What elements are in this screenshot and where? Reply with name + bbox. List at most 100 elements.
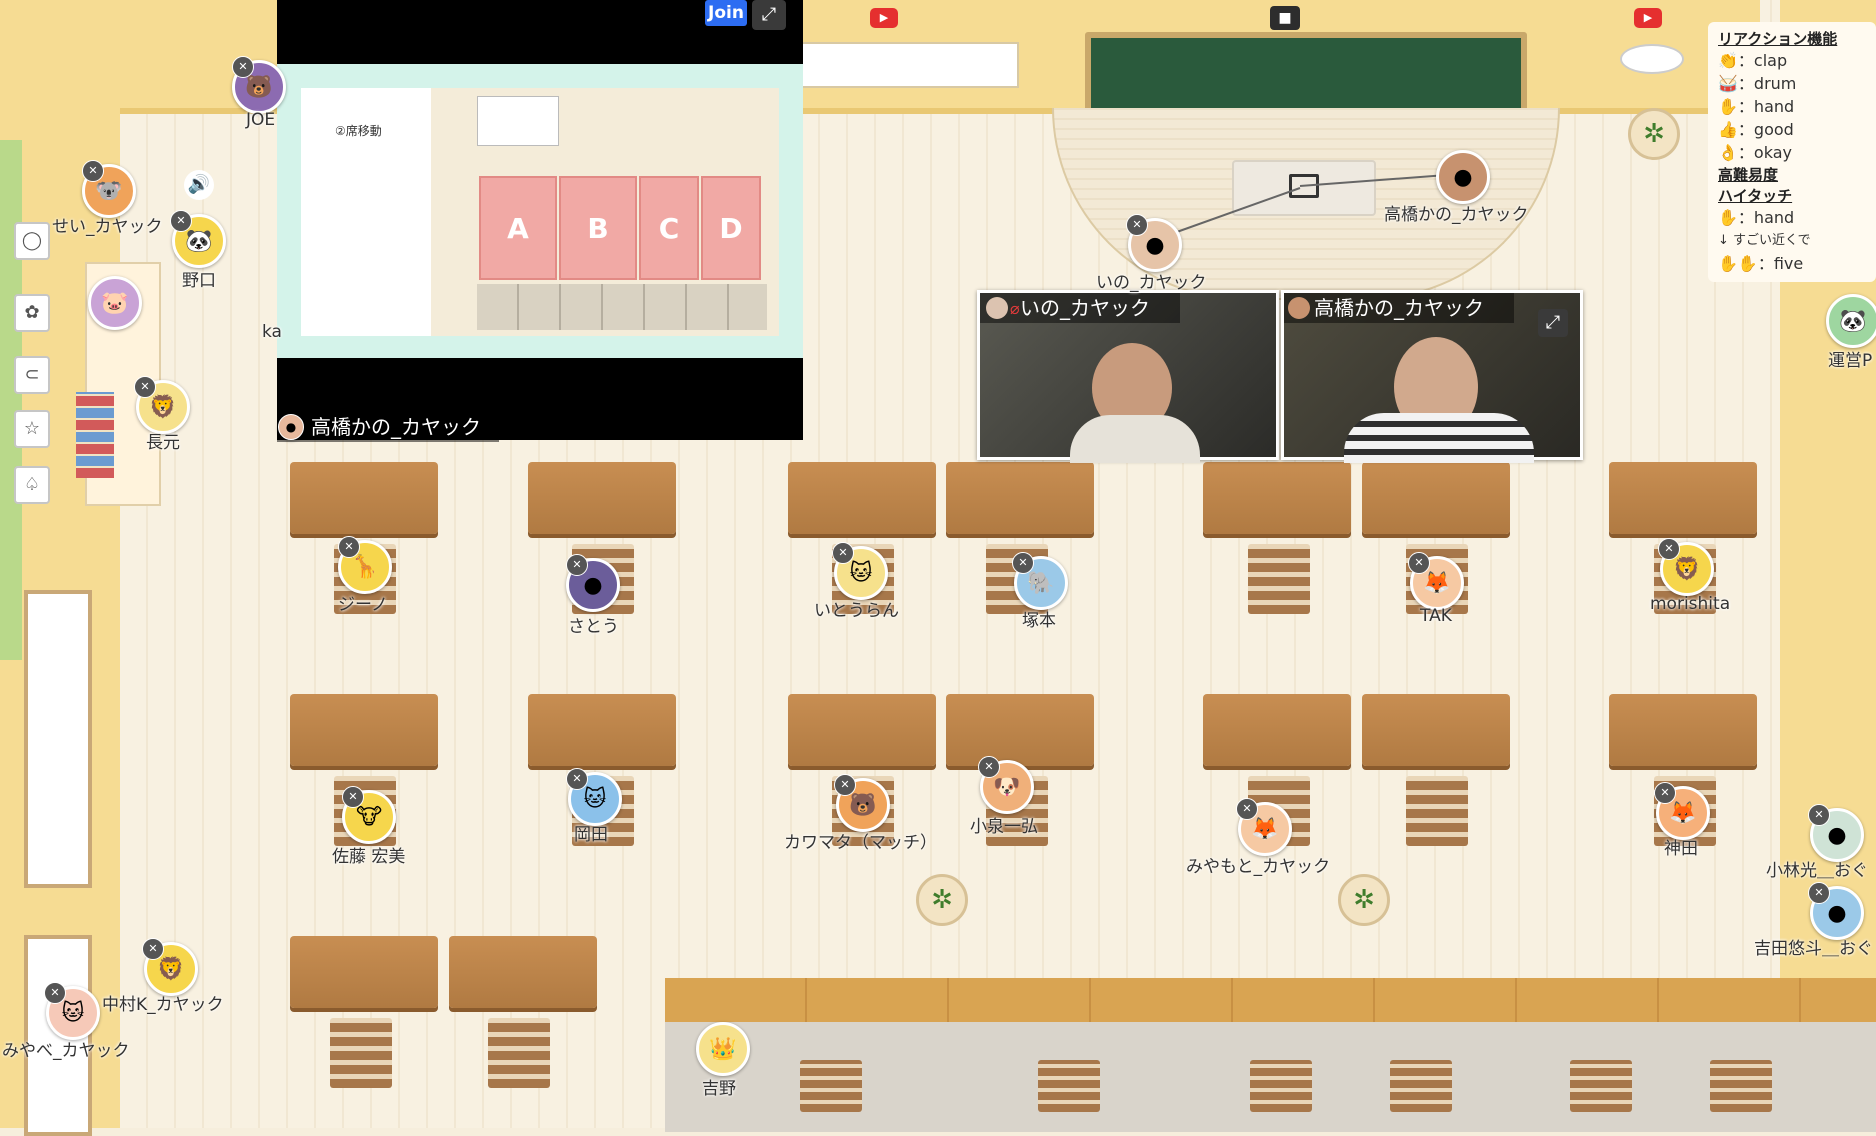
mic-muted-icon: ✕ <box>1808 882 1830 904</box>
avatar-name: 吉田悠斗＿おぐ <box>1754 939 1873 959</box>
desk <box>1609 462 1757 534</box>
chair[interactable] <box>1406 776 1468 846</box>
mic-muted-icon: ✕ <box>232 56 254 78</box>
reaction-label: ：good <box>1737 120 1794 139</box>
plant-icon: ✲ <box>1628 108 1680 160</box>
desk <box>788 462 936 534</box>
video-tile-takahashi[interactable]: 高橋かの_カヤック ⤢ <box>1281 290 1583 463</box>
avatar[interactable]: 🐼 <box>1826 294 1876 348</box>
avatar-name: いの_カヤック <box>1096 273 1207 293</box>
desk <box>1203 694 1351 766</box>
reaction-okay: 👌：okay <box>1718 141 1866 164</box>
presenter-avatar: ● <box>278 414 304 440</box>
avatar-name: 佐藤 宏美 <box>332 847 406 867</box>
blackboard <box>1085 32 1527 114</box>
side-whiteboard <box>24 590 92 888</box>
reaction-hand: ✋：hand <box>1718 95 1866 118</box>
join-button[interactable]: Join <box>705 0 747 26</box>
chair[interactable] <box>488 1018 550 1088</box>
chair[interactable] <box>330 1018 392 1088</box>
left-wall-stripe <box>0 140 22 660</box>
reaction-label: ：hand <box>1737 97 1795 116</box>
avatar <box>1288 297 1310 319</box>
slide-heading: ②席移動 <box>335 124 382 138</box>
avatar-name: 塚本 <box>1022 611 1056 631</box>
bench[interactable] <box>800 1060 862 1112</box>
video-name-label: 高橋かの_カヤック <box>1284 293 1514 323</box>
avatar-name: 中村K_カヤック <box>102 995 224 1015</box>
avatar-name: せい_カヤック <box>52 217 163 237</box>
mic-muted-icon: ✕ <box>342 786 364 808</box>
expand-icon[interactable]: ⤢ <box>1538 309 1568 337</box>
room-area-d: D <box>701 176 761 280</box>
room-area-a: A <box>479 176 557 280</box>
avatar-name: ka <box>262 322 282 342</box>
bench[interactable] <box>1038 1060 1100 1112</box>
thumbs-up-icon: 👍 <box>1718 120 1738 139</box>
avatar-name: みやべ_カヤック <box>2 1041 130 1061</box>
presenter-label: 高橋かの_カヤック <box>277 412 499 442</box>
avatar-name: みやもと_カヤック <box>1186 857 1331 877</box>
shared-slide: ②席移動 A B C D <box>301 88 779 336</box>
high-five-icon: ✋✋ <box>1718 254 1758 273</box>
plant-icon: ✲ <box>916 874 968 926</box>
video-tile-ino[interactable]: いの_カヤック ⌀ <box>977 290 1279 463</box>
mic-muted-icon: ✕ <box>834 774 856 796</box>
avatar-name: 運営P <box>1828 351 1873 371</box>
avatar-name: 小泉一弘 <box>970 817 1038 837</box>
avatar[interactable]: 🐷 <box>88 276 142 330</box>
avatar[interactable]: ● <box>1436 150 1490 204</box>
mic-muted-icon: ✕ <box>566 554 588 576</box>
desk <box>1362 462 1510 534</box>
okay-hand-icon: 👌 <box>1718 143 1738 162</box>
hightouch-five: ✋✋：five <box>1718 252 1866 275</box>
video-camera-icon[interactable]: ■ <box>1270 6 1300 30</box>
wall-poster-icon-5: ♤ <box>14 466 50 504</box>
bench[interactable] <box>1710 1060 1772 1112</box>
participant-shirt <box>1344 413 1534 463</box>
reaction-label: ：okay <box>1737 143 1792 162</box>
mic-muted-icon: ✕ <box>142 938 164 960</box>
desk <box>528 694 676 766</box>
avatar-name: 岡田 <box>574 825 608 845</box>
avatar[interactable]: 👑 <box>696 1022 750 1076</box>
reaction-label: ：clap <box>1737 51 1788 70</box>
avatar-name: ジーノ <box>338 595 388 615</box>
room-area-b: B <box>559 176 637 280</box>
reaction-drum: 🥁：drum <box>1718 72 1866 95</box>
avatar-name: morishita <box>1650 594 1731 614</box>
speaker-icon[interactable]: 🔊 <box>184 170 214 200</box>
reaction-good: 👍：good <box>1718 118 1866 141</box>
mic-muted-icon: ✕ <box>566 768 588 790</box>
expand-icon[interactable]: ⤢ <box>752 0 786 30</box>
reaction-label: ：hand <box>1737 208 1795 227</box>
bench[interactable] <box>1390 1060 1452 1112</box>
bench[interactable] <box>1250 1060 1312 1112</box>
bench[interactable] <box>1570 1060 1632 1112</box>
avatar-name: さとう <box>568 617 619 637</box>
reaction-label: ：drum <box>1737 74 1797 93</box>
avatar-name: 野口 <box>182 271 216 291</box>
youtube-icon-2[interactable]: ▶ <box>1634 8 1662 28</box>
mic-muted-icon: ✕ <box>1808 804 1830 826</box>
mic-muted-icon: ✕ <box>1236 798 1258 820</box>
reaction-label: すごい近くで <box>1733 233 1811 248</box>
youtube-icon[interactable]: ▶ <box>870 8 898 28</box>
desk <box>1609 694 1757 766</box>
wall-poster-icon-4: ☆ <box>14 410 50 448</box>
avatar-name: JOE <box>246 110 276 130</box>
avatar-name: カワマタ（マッチ） <box>784 833 937 853</box>
avatar-name: 高橋かの_カヤック <box>1384 205 1529 225</box>
drum-icon: 🥁 <box>1718 74 1738 93</box>
desk <box>528 462 676 534</box>
chair[interactable] <box>1248 544 1310 614</box>
avatar-name: TAK <box>1420 606 1452 626</box>
avatar-name: 長元 <box>146 433 180 453</box>
difficulty-title: 高難易度 <box>1718 166 1779 184</box>
back-counter-top <box>665 978 1876 1022</box>
slide-back-counter <box>477 284 767 330</box>
mic-muted-icon: ✕ <box>832 542 854 564</box>
reaction-panel-title: リアクション機能 <box>1718 30 1838 48</box>
desk <box>946 462 1094 534</box>
mic-muted-icon: ✕ <box>1408 552 1430 574</box>
